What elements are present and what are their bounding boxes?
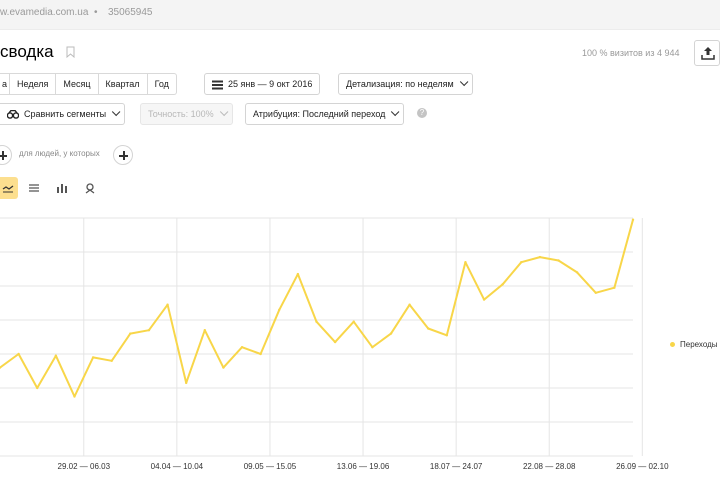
data-point[interactable]	[557, 259, 560, 262]
data-point[interactable]	[501, 283, 504, 286]
data-point[interactable]	[371, 346, 374, 349]
detail-dropdown[interactable]: Детализация: по неделям	[338, 73, 473, 95]
x-axis-labels: 29.02 — 06.03 04.04 — 10.04 09.05 — 15.05 1…	[58, 462, 670, 471]
tab-stacked-chart[interactable]	[24, 177, 44, 199]
data-point[interactable]	[147, 329, 151, 332]
upload-icon	[701, 47, 715, 60]
attribution-label: Атрибуция: Последний переход	[253, 109, 386, 119]
period-month[interactable]: Месяц	[55, 74, 97, 94]
bookmark-icon[interactable]	[66, 46, 75, 58]
chevron-down-icon	[112, 107, 121, 117]
data-point[interactable]	[222, 366, 225, 369]
segment-hint: для людей, у которых	[19, 149, 100, 158]
tab-map[interactable]	[80, 177, 100, 199]
data-point[interactable]	[240, 346, 244, 349]
detail-label: Детализация: по неделям	[346, 79, 454, 89]
binoculars-icon	[6, 109, 20, 119]
legend-label[interactable]: Переходы	[680, 340, 718, 349]
map-pin-icon	[85, 183, 95, 194]
traffic-line-chart: 29.02 — 06.03 04.04 — 10.04 09.05 — 15.05 1…	[0, 217, 670, 471]
counter-id: 35065945	[108, 7, 153, 18]
line-chart-icon	[2, 185, 14, 193]
stacked-chart-icon	[29, 184, 39, 192]
data-point[interactable]	[315, 320, 318, 323]
data-point[interactable]	[17, 352, 20, 356]
period-selector: а Неделя Месяц Квартал Год	[0, 73, 177, 95]
compare-segments-button[interactable]: Сравнить сегменты	[0, 103, 126, 125]
data-point[interactable]	[482, 298, 486, 301]
tab-bar-chart[interactable]	[52, 177, 72, 199]
x-tick-label: 26.09 — 02.10	[616, 462, 669, 471]
period-year[interactable]: Год	[146, 74, 176, 94]
series-line-perehody[interactable]	[0, 219, 634, 398]
chevron-down-icon	[459, 77, 469, 87]
data-point[interactable]	[520, 261, 523, 264]
data-point[interactable]	[631, 218, 635, 221]
data-point[interactable]	[408, 303, 411, 306]
export-button[interactable]	[694, 40, 720, 66]
data-point[interactable]	[54, 354, 58, 357]
data-point[interactable]	[575, 271, 579, 274]
data-point[interactable]	[389, 332, 393, 335]
data-point[interactable]	[278, 308, 281, 311]
data-point[interactable]	[129, 332, 132, 335]
chart-series	[0, 218, 635, 398]
legend-marker	[670, 342, 675, 347]
calendar-icon	[212, 80, 223, 90]
period-week[interactable]: Неделя	[9, 74, 55, 94]
chevron-down-icon	[391, 107, 400, 117]
data-point[interactable]	[464, 261, 467, 264]
period-day[interactable]: а	[0, 74, 9, 94]
data-point[interactable]	[427, 327, 430, 330]
accuracy-label: Точность: 100%	[148, 109, 214, 119]
x-tick-label: 09.05 — 15.05	[244, 462, 297, 471]
x-tick-label: 13.06 — 19.06	[337, 462, 390, 471]
data-point[interactable]	[91, 356, 95, 359]
data-point[interactable]	[73, 395, 76, 398]
data-point[interactable]	[259, 352, 262, 356]
site-domain[interactable]: w.evamedia.com.ua	[0, 7, 88, 18]
tab-line-chart[interactable]	[0, 177, 18, 199]
accuracy-dropdown[interactable]: Точность: 100%	[140, 103, 233, 125]
data-point[interactable]	[166, 303, 169, 306]
x-tick-label: 04.04 — 10.04	[151, 462, 204, 471]
data-point[interactable]	[445, 334, 449, 337]
date-range-picker[interactable]: 25 янв — 9 окт 2016	[204, 73, 321, 95]
period-quarter[interactable]: Квартал	[97, 74, 147, 94]
data-point[interactable]	[352, 320, 355, 323]
separator-dot: •	[94, 7, 98, 18]
data-point[interactable]	[184, 381, 188, 385]
compare-label: Сравнить сегменты	[24, 109, 107, 119]
data-point[interactable]	[296, 272, 300, 276]
add-segment-button[interactable]	[113, 145, 133, 165]
chevron-down-icon	[219, 107, 228, 117]
data-point[interactable]	[538, 255, 542, 259]
date-range-label: 25 янв — 9 окт 2016	[228, 79, 313, 89]
page-title: сводка	[0, 42, 54, 61]
chart-grid	[0, 217, 643, 457]
data-point[interactable]	[36, 386, 39, 390]
x-tick-label: 29.02 — 06.03	[58, 462, 111, 471]
x-tick-label: 18.07 — 24.07	[430, 462, 483, 471]
data-point[interactable]	[333, 340, 337, 344]
data-point[interactable]	[613, 286, 616, 289]
data-point[interactable]	[203, 329, 206, 332]
add-condition-button[interactable]	[0, 145, 12, 165]
x-tick-label: 22.08 — 28.08	[523, 462, 576, 471]
data-point[interactable]	[110, 359, 113, 362]
bar-chart-icon	[57, 184, 67, 193]
data-point[interactable]	[594, 291, 597, 294]
attribution-dropdown[interactable]: Атрибуция: Последний переход	[245, 103, 405, 125]
top-bar: w.evamedia.com.ua • 35065945	[0, 0, 720, 30]
visits-info: 100 % визитов из 4 944	[582, 48, 680, 58]
help-icon[interactable]: ?	[417, 108, 427, 118]
